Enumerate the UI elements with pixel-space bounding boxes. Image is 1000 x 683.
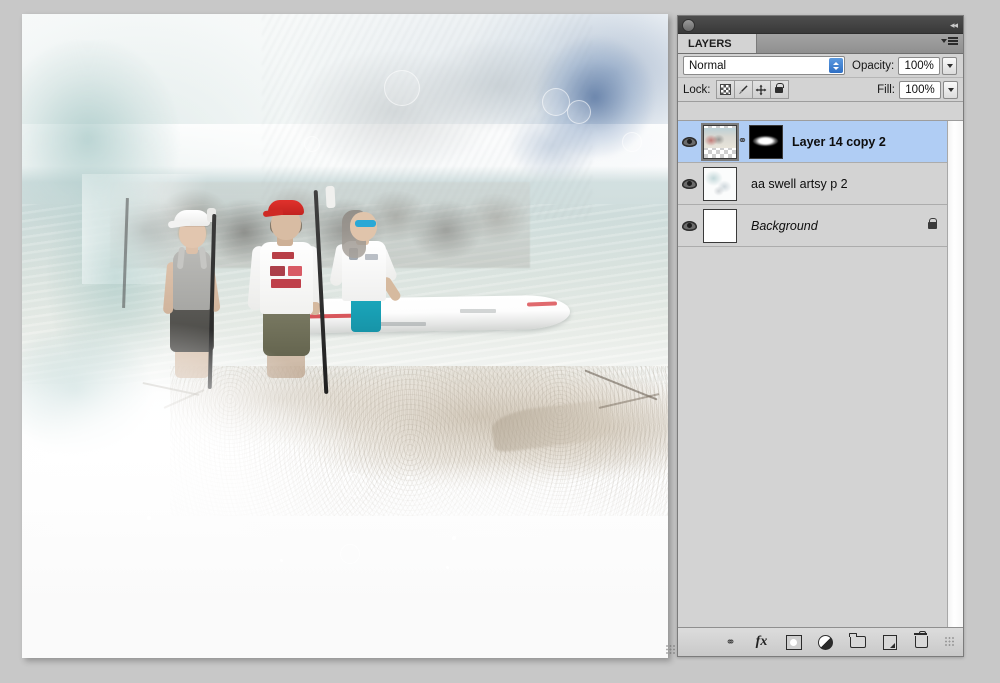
bokeh-circle bbox=[340, 544, 360, 564]
light-speck bbox=[446, 566, 449, 569]
bokeh-circle bbox=[567, 100, 591, 124]
trash-icon bbox=[913, 630, 928, 648]
light-speck bbox=[407, 476, 410, 479]
double-chevron-left-icon[interactable]: ◂◂ bbox=[943, 20, 958, 30]
panel-menu-triangle-icon bbox=[941, 38, 947, 43]
light-speck bbox=[213, 446, 216, 449]
lock-fill-row: Lock: Fill: 100% bbox=[678, 78, 963, 102]
half-filled-circle-icon bbox=[818, 634, 833, 650]
checkerboard-icon bbox=[719, 84, 731, 95]
lock-button-group bbox=[715, 80, 789, 99]
tab-layers[interactable]: LAYERS bbox=[678, 34, 757, 53]
fill-value[interactable]: 100% bbox=[899, 80, 941, 99]
layer-thumbnail[interactable] bbox=[703, 166, 737, 201]
layer-name[interactable]: aa swell artsy p 2 bbox=[737, 177, 947, 191]
opacity-value[interactable]: 100% bbox=[898, 56, 941, 75]
panel-menu-icon[interactable] bbox=[941, 37, 958, 45]
opacity-dropdown-arrow-icon[interactable] bbox=[942, 56, 958, 75]
lock-all-button[interactable] bbox=[770, 80, 789, 99]
layer-visibility-toggle[interactable] bbox=[678, 220, 700, 231]
layer-thumbnail[interactable] bbox=[703, 124, 737, 159]
move-cross-icon bbox=[755, 84, 767, 95]
eye-icon bbox=[681, 220, 697, 231]
blend-mode-stepper-icon[interactable] bbox=[829, 58, 843, 73]
link-layers-button[interactable]: ⚭ bbox=[721, 634, 738, 651]
new-group-button[interactable] bbox=[848, 633, 866, 651]
layer-visibility-toggle[interactable] bbox=[678, 136, 700, 147]
document-window[interactable] bbox=[22, 14, 668, 658]
new-page-icon bbox=[882, 634, 897, 650]
layer-style-button[interactable]: fx bbox=[753, 634, 770, 651]
layer-visibility-toggle[interactable] bbox=[678, 178, 700, 189]
folder-icon bbox=[848, 633, 866, 648]
eye-icon bbox=[681, 136, 697, 147]
light-speck bbox=[147, 516, 151, 520]
fill-label: Fill: bbox=[877, 83, 895, 96]
mask-icon bbox=[785, 634, 802, 650]
fx-icon: fx bbox=[755, 634, 768, 649]
layer-name[interactable]: Layer 14 copy 2 bbox=[783, 135, 947, 149]
lock-label: Lock: bbox=[683, 83, 711, 96]
photoshop-workspace: ◂◂ LAYERS Normal Opacity: 100% Lock: Fil… bbox=[0, 0, 1000, 683]
blend-mode-select[interactable]: Normal bbox=[683, 56, 845, 75]
canvas-artwork[interactable] bbox=[22, 14, 668, 658]
table-row[interactable]: Background bbox=[678, 205, 947, 247]
paddleboard-graphic bbox=[460, 309, 496, 313]
paddle-blade bbox=[325, 185, 336, 209]
layers-footer-toolbar: ⚭ fx bbox=[678, 627, 963, 656]
bokeh-circle bbox=[342, 473, 366, 497]
layers-list[interactable]: ⚭ Layer 14 copy 2 aa swell artsy p 2 Bac… bbox=[678, 120, 963, 627]
bokeh-circle bbox=[622, 132, 642, 152]
lock-transparent-pixels-button[interactable] bbox=[715, 80, 735, 99]
chain-link-icon: ⚭ bbox=[725, 635, 735, 649]
panel-menu-lines-icon bbox=[948, 37, 958, 45]
light-speck bbox=[280, 559, 283, 562]
light-speck bbox=[452, 536, 456, 540]
lock-position-button[interactable] bbox=[752, 80, 771, 99]
opacity-label: Opacity: bbox=[852, 59, 895, 72]
layers-panel: ◂◂ LAYERS Normal Opacity: 100% Lock: Fil… bbox=[677, 15, 964, 657]
eye-icon bbox=[681, 178, 697, 189]
layer-thumbnail[interactable] bbox=[703, 208, 737, 243]
panel-tabstrip: LAYERS bbox=[678, 34, 963, 54]
table-row[interactable]: aa swell artsy p 2 bbox=[678, 163, 947, 205]
status-badge bbox=[926, 218, 938, 232]
padlock-icon bbox=[927, 218, 937, 229]
bokeh-circle bbox=[384, 70, 420, 106]
padlock-icon bbox=[775, 83, 784, 93]
fill-dropdown-arrow-icon[interactable] bbox=[943, 80, 958, 99]
new-adjustment-layer-button[interactable] bbox=[817, 634, 834, 651]
resize-grip-icon[interactable] bbox=[666, 645, 676, 655]
new-layer-button[interactable] bbox=[881, 634, 898, 651]
tab-layers-label: LAYERS bbox=[688, 37, 732, 50]
lock-image-pixels-button[interactable] bbox=[734, 80, 753, 99]
layer-name[interactable]: Background bbox=[737, 219, 926, 233]
brush-icon bbox=[738, 84, 748, 94]
window-control-dot-icon[interactable] bbox=[682, 19, 695, 32]
layers-scrollbar[interactable] bbox=[947, 121, 963, 627]
resize-grip-icon[interactable] bbox=[945, 637, 955, 647]
table-row[interactable]: ⚭ Layer 14 copy 2 bbox=[678, 121, 947, 163]
add-layer-mask-button[interactable] bbox=[785, 634, 802, 651]
blend-mode-value: Normal bbox=[689, 59, 727, 72]
bokeh-circle bbox=[542, 88, 570, 116]
delete-layer-button[interactable] bbox=[913, 630, 930, 651]
panel-titlebar[interactable]: ◂◂ bbox=[678, 16, 963, 34]
blend-opacity-row: Normal Opacity: 100% bbox=[678, 54, 963, 78]
bokeh-circle bbox=[304, 136, 320, 152]
chain-link-icon[interactable]: ⚭ bbox=[737, 136, 748, 147]
layer-mask-thumbnail[interactable] bbox=[749, 124, 783, 159]
